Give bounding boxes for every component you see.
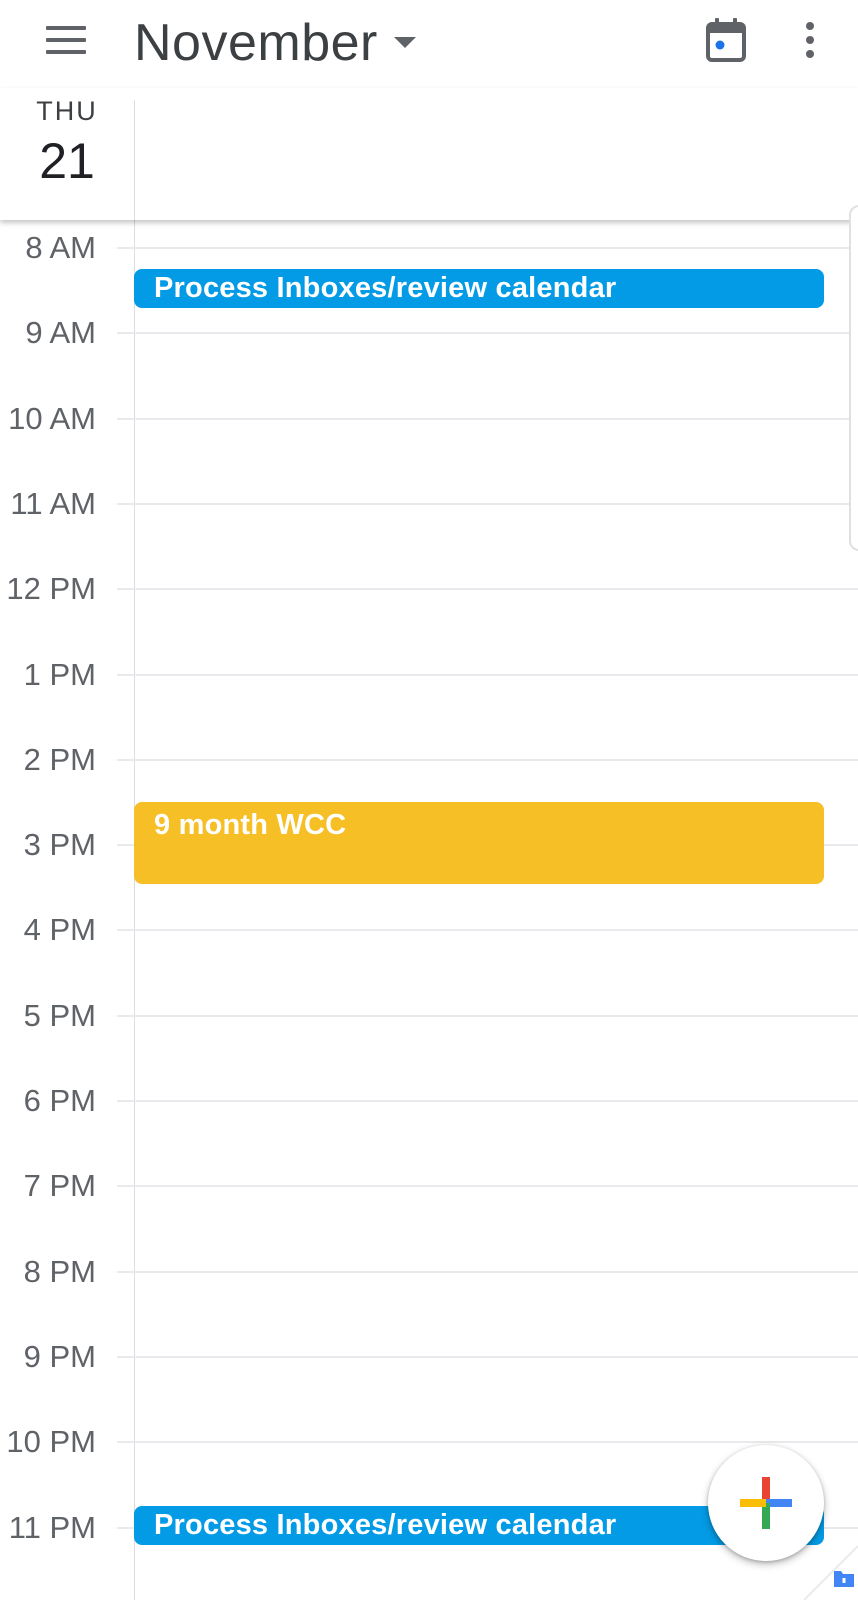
caret-down-icon — [393, 36, 416, 54]
hour-row[interactable]: 5 PM — [0, 998, 858, 1033]
event-title: Process Inboxes/review calendar — [154, 272, 617, 305]
hour-row[interactable]: 6 PM — [0, 1083, 858, 1118]
event-chip[interactable]: Process Inboxes/review calendar — [134, 269, 824, 308]
hour-gridline — [117, 1441, 858, 1444]
hour-row[interactable]: 12 PM — [0, 571, 858, 606]
hour-label: 8 PM — [23, 1253, 96, 1289]
more-options-button[interactable] — [790, 12, 830, 68]
hour-label: 11 PM — [8, 1509, 96, 1545]
hour-gridline — [117, 1185, 858, 1188]
app-bar: November — [0, 0, 858, 88]
hour-gridline — [117, 247, 858, 249]
month-selector[interactable]: November — [134, 8, 416, 78]
hour-row[interactable]: 1 PM — [0, 657, 858, 692]
event-chip[interactable]: 9 month WCC — [134, 802, 824, 884]
hour-label: 9 AM — [25, 315, 96, 351]
day-number: 21 — [39, 133, 95, 189]
folder-icon — [834, 1571, 854, 1587]
today-button[interactable] — [700, 12, 752, 68]
header-divider — [134, 100, 135, 220]
hour-gridline — [117, 332, 858, 335]
hour-label: 6 PM — [23, 1083, 96, 1118]
hour-gridline — [117, 1014, 858, 1017]
hour-label: 4 PM — [23, 912, 96, 948]
hour-label: 10 AM — [8, 400, 96, 436]
plus-icon — [740, 1477, 792, 1529]
day-header: THU 21 — [0, 88, 858, 220]
day-column-header[interactable]: THU 21 — [0, 88, 134, 220]
menu-button[interactable] — [36, 14, 96, 66]
hour-row[interactable]: 10 PM — [0, 1424, 858, 1459]
hour-gridline — [117, 417, 858, 420]
hour-gridline — [117, 1100, 858, 1102]
hour-row[interactable]: 7 PM — [0, 1168, 858, 1203]
hour-row[interactable]: 10 AM — [0, 401, 858, 436]
hour-label: 9 PM — [23, 1338, 96, 1374]
hour-row[interactable]: 4 PM — [0, 912, 858, 947]
hour-label: 8 AM — [25, 230, 96, 265]
hour-gridline — [117, 929, 858, 932]
hour-row[interactable]: 2 PM — [0, 742, 858, 777]
hour-label: 10 PM — [6, 1424, 96, 1460]
hour-gridline — [117, 588, 858, 591]
hour-label: 12 PM — [6, 571, 96, 607]
event-title: 9 month WCC — [154, 809, 347, 842]
day-weekday: THU — [36, 96, 98, 126]
hour-gridline — [117, 758, 858, 761]
hour-row[interactable]: 9 AM — [0, 315, 858, 350]
hour-row[interactable]: 8 AM — [0, 230, 858, 265]
hour-gridline — [117, 502, 858, 505]
hour-gridline — [117, 1355, 858, 1358]
time-grid[interactable]: 8 AM 9 AM 10 AM 11 AM 12 PM 1 PM 2 PM 3 PM 4 PM 5… — [0, 220, 858, 1600]
hour-label: 11 AM — [10, 485, 96, 521]
hamburger-menu-icon — [46, 26, 86, 54]
hour-label: 3 PM — [23, 827, 96, 863]
hour-label: 2 PM — [23, 741, 96, 777]
month-title: November — [134, 14, 378, 72]
hour-row[interactable]: 9 PM — [0, 1339, 858, 1374]
hour-row[interactable]: 8 PM — [0, 1254, 858, 1289]
hour-gridline — [117, 673, 858, 676]
more-vertical-icon — [806, 22, 814, 58]
hour-label: 7 PM — [23, 1168, 96, 1204]
hour-label: 1 PM — [23, 656, 96, 692]
hour-row[interactable]: 11 AM — [0, 486, 858, 521]
hour-label: 5 PM — [23, 997, 96, 1033]
create-event-button[interactable] — [708, 1445, 824, 1561]
calendar-today-icon — [706, 18, 746, 62]
side-panel-handle[interactable] — [849, 205, 858, 551]
time-column-divider — [134, 220, 135, 1600]
hour-gridline — [117, 1270, 858, 1273]
